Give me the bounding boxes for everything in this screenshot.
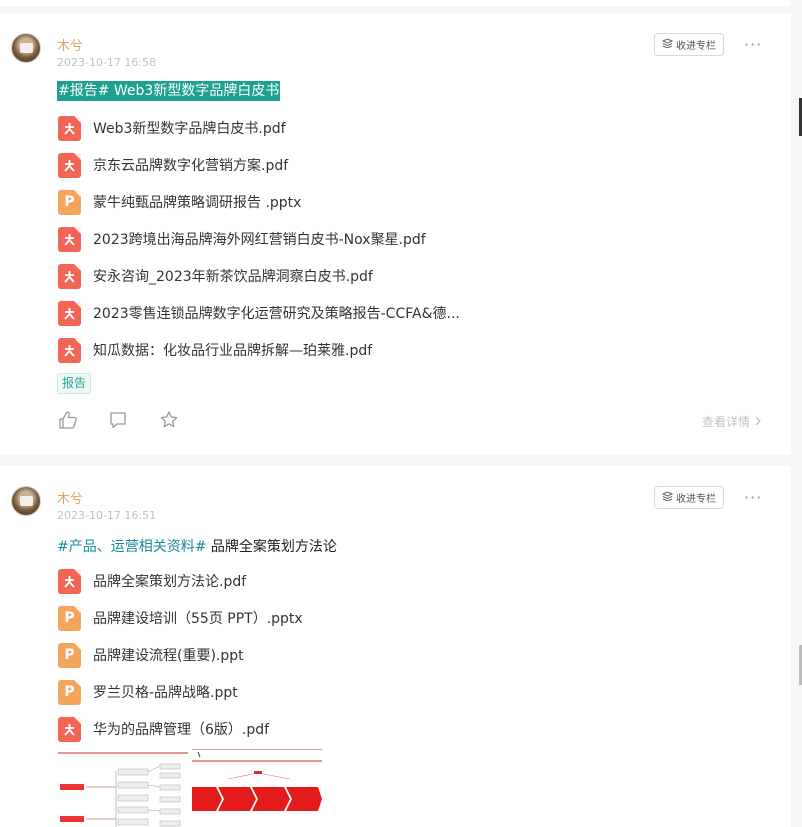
stack-icon xyxy=(661,491,674,504)
file-item[interactable]: 2023跨境出海品牌海外网红营销白皮书-Nox聚星.pdf xyxy=(58,226,426,252)
more-options-icon[interactable]: ··· xyxy=(744,488,762,507)
pdf-icon xyxy=(58,115,81,141)
topic-tag[interactable]: 报告 xyxy=(57,373,92,394)
author-name[interactable]: 木兮 xyxy=(57,35,83,54)
pdf-icon xyxy=(58,300,81,326)
file-item[interactable]: P 品牌建设流程(重要).ppt xyxy=(58,642,244,668)
ppt-icon: P xyxy=(58,189,81,215)
pdf-icon xyxy=(58,263,81,289)
file-item[interactable]: P 蒙牛纯甄品牌策略调研报告 .pptx xyxy=(58,189,301,215)
title-hashtag[interactable]: #产品、运营相关资料# xyxy=(57,539,206,555)
file-name: 品牌全案策划方法论.pdf xyxy=(93,574,247,590)
file-item[interactable]: 京东云品牌数字化营销方案.pdf xyxy=(58,152,288,178)
file-name: 2023零售连锁品牌数字化运营研究及策略报告-CCFA&德... xyxy=(93,306,460,322)
subscribe-label: 收进专栏 xyxy=(676,41,716,52)
file-name: 品牌建设培训（55页 PPT）.pptx xyxy=(93,611,303,627)
like-icon[interactable] xyxy=(58,410,78,430)
document-preview-image[interactable] xyxy=(58,749,322,827)
file-item[interactable]: P 品牌建设培训（55页 PPT）.pptx xyxy=(58,605,303,631)
ppt-icon: P xyxy=(58,642,81,668)
file-name: 京东云品牌数字化营销方案.pdf xyxy=(93,158,289,174)
previous-card-edge xyxy=(0,0,791,6)
post-card: 木兮 2023-10-17 16:51 收进专栏 ··· #产品、运营相关资料#… xyxy=(0,466,791,827)
file-name: 知瓜数据：化妆品行业品牌拆解—珀莱雅.pdf xyxy=(93,343,373,359)
view-details-link[interactable]: 查看详情 xyxy=(702,413,762,430)
stack-icon xyxy=(661,38,674,51)
subscribe-column-button[interactable]: 收进专栏 xyxy=(654,33,724,56)
subscribe-column-button[interactable]: 收进专栏 xyxy=(654,486,724,509)
avatar[interactable] xyxy=(11,33,41,63)
file-item[interactable]: 知瓜数据：化妆品行业品牌拆解—珀莱雅.pdf xyxy=(58,337,372,363)
avatar[interactable] xyxy=(11,486,41,516)
file-name: 2023跨境出海品牌海外网红营销白皮书-Nox聚星.pdf xyxy=(93,232,426,248)
file-name: 安永咨询_2023年新茶饮品牌洞察白皮书.pdf xyxy=(93,269,373,285)
post-title[interactable]: #产品、运营相关资料# 品牌全案策划方法论 xyxy=(57,536,337,556)
file-name: 蒙牛纯甄品牌策略调研报告 .pptx xyxy=(93,195,302,211)
file-item[interactable]: Web3新型数字品牌白皮书.pdf xyxy=(58,115,286,141)
file-item[interactable]: P 罗兰贝格-品牌战略.ppt xyxy=(58,679,238,705)
file-name: 罗兰贝格-品牌战略.ppt xyxy=(93,685,238,701)
post-title[interactable]: #报告# Web3新型数字品牌白皮书 xyxy=(57,80,281,101)
pdf-icon xyxy=(58,337,81,363)
pdf-icon xyxy=(58,716,81,742)
file-name: 华为的品牌管理（6版）.pdf xyxy=(93,722,270,738)
post-card: 木兮 2023-10-17 16:58 收进专栏 ··· #报告# Web3新型… xyxy=(0,13,791,455)
post-date: 2023-10-17 16:51 xyxy=(57,509,157,522)
pdf-icon xyxy=(58,152,81,178)
file-name: 品牌建设流程(重要).ppt xyxy=(93,648,244,664)
author-name[interactable]: 木兮 xyxy=(57,488,83,507)
file-item[interactable]: 品牌全案策划方法论.pdf xyxy=(58,568,246,594)
title-highlight: #报告# Web3新型数字品牌白皮书 xyxy=(57,81,281,101)
file-name: Web3新型数字品牌白皮书.pdf xyxy=(93,121,286,137)
pdf-icon xyxy=(58,226,81,252)
post-date: 2023-10-17 16:58 xyxy=(57,56,157,69)
ppt-icon: P xyxy=(58,605,81,631)
view-details-label: 查看详情 xyxy=(702,415,751,429)
more-options-icon[interactable]: ··· xyxy=(744,35,762,54)
file-item[interactable]: 华为的品牌管理（6版）.pdf xyxy=(58,716,269,742)
pdf-icon xyxy=(58,568,81,594)
chevron-right-icon xyxy=(754,415,762,429)
comment-icon[interactable] xyxy=(108,410,128,430)
file-item[interactable]: 2023零售连锁品牌数字化运营研究及策略报告-CCFA&德... xyxy=(58,300,460,326)
ppt-icon: P xyxy=(58,679,81,705)
title-text: 品牌全案策划方法论 xyxy=(210,539,337,555)
favorite-star-icon[interactable] xyxy=(159,410,179,430)
file-item[interactable]: 安永咨询_2023年新茶饮品牌洞察白皮书.pdf xyxy=(58,263,373,289)
subscribe-label: 收进专栏 xyxy=(676,494,716,505)
